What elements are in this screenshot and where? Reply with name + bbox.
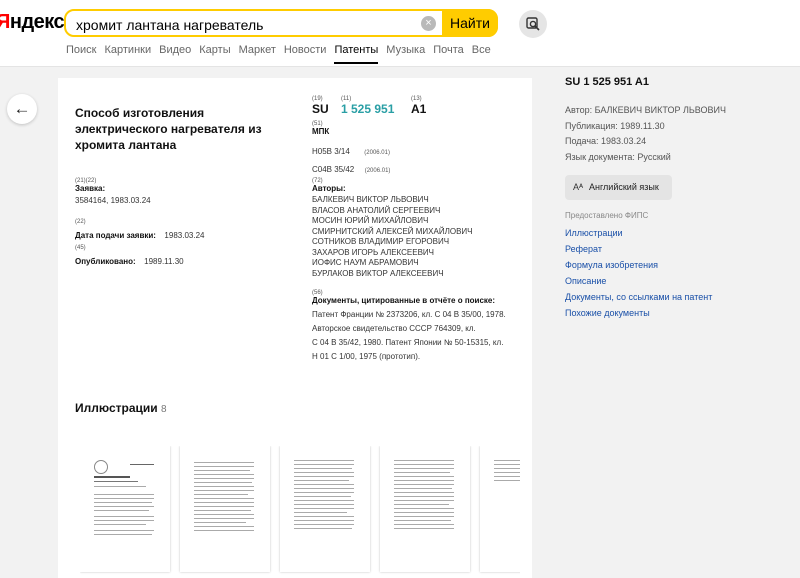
author-name: СОТНИКОВ ВЛАДИМИР ЕГОРОВИЧ xyxy=(312,237,450,246)
image-search-icon xyxy=(526,17,540,31)
illustration-thumbnail[interactable] xyxy=(180,446,270,572)
tab-music[interactable]: Музыка xyxy=(386,43,425,65)
sidebar-title: SU 1 525 951 A1 xyxy=(565,76,649,88)
search-button[interactable]: Найти xyxy=(442,9,498,37)
translate-button-label: Английский язык xyxy=(589,182,659,193)
illustration-thumbnail[interactable] xyxy=(480,446,520,572)
translate-icon: Aᴬ xyxy=(573,182,584,193)
link-abstract[interactable]: Реферат xyxy=(565,241,795,257)
tab-mail[interactable]: Почта xyxy=(433,43,464,65)
tab-news[interactable]: Новости xyxy=(284,43,327,65)
published-label: Опубликовано: xyxy=(75,257,136,266)
top-bar: Яндекс × Найти Поиск Картинки Видео Карт… xyxy=(0,0,800,67)
link-description[interactable]: Описание xyxy=(565,273,795,289)
filing-date-value: 1983.03.24 xyxy=(164,231,205,240)
author-name: СМИРНИТСКИЙ АЛЕКСЕЙ МИХАЙЛОВИЧ xyxy=(312,226,473,236)
link-claims[interactable]: Формула изобретения xyxy=(565,257,795,273)
illustration-thumbnail[interactable] xyxy=(380,446,470,572)
author-line: Автор: БАЛКЕВИЧ ВИКТОР ЛЬВОВИЧ xyxy=(565,105,726,115)
patent-number: 1 525 951 xyxy=(341,102,395,116)
illustrations-strip xyxy=(80,446,520,578)
author-name: БУРЛАКОВ ВИКТОР АЛЕКСЕЕВИЧ xyxy=(312,268,444,278)
tab-market[interactable]: Маркет xyxy=(239,43,276,65)
author-name: ИОФИС НАУМ АБРАМОВИЧ xyxy=(312,258,419,267)
kind-code: A1 xyxy=(411,102,427,116)
cited-line: Н 01 С 1/00, 1975 (прототип). xyxy=(312,352,421,361)
translate-english-button[interactable]: Aᴬ Английский язык xyxy=(565,175,672,201)
image-search-button[interactable] xyxy=(519,10,547,38)
tab-video[interactable]: Видео xyxy=(159,43,191,65)
cited-line: С 04 В 35/42, 1980. Патент Японии № 50-1… xyxy=(312,338,504,347)
tab-patents[interactable]: Патенты xyxy=(334,43,378,65)
application-value: 3584164, 1983.03.24 xyxy=(75,196,151,205)
tab-maps[interactable]: Карты xyxy=(199,43,230,65)
search-box: × Найти xyxy=(64,9,498,37)
sidebar: SU 1 525 951 A1 Автор: БАЛКЕВИЧ ВИКТОР Л… xyxy=(565,76,795,321)
back-arrow-icon[interactable]: ← xyxy=(7,94,37,124)
filing-line: Подача: 1983.03.24 xyxy=(565,136,647,147)
authors-label: Авторы: xyxy=(312,184,346,193)
publication-line: Публикация: 1989.11.30 xyxy=(565,120,665,131)
mpk-code: C04B 35/42 xyxy=(312,165,355,174)
provided-by: Предоставлено ФИПС xyxy=(565,211,649,221)
sidebar-links: Иллюстрации Реферат Формула изобретения … xyxy=(565,225,795,321)
filing-date-label: Дата подачи заявки: xyxy=(75,231,156,240)
author-name: ВЛАСОВ АНАТОЛИЙ СЕРГЕЕВИЧ xyxy=(312,205,441,215)
cited-line: Патент Франции № 2373206, кл. С 04 В 35/… xyxy=(312,310,506,319)
patent-card: Способ изготовления электрического нагре… xyxy=(58,78,532,578)
link-similar-documents[interactable]: Похожие документы xyxy=(565,305,795,321)
tab-images[interactable]: Картинки xyxy=(104,43,151,65)
tab-search[interactable]: Поиск xyxy=(66,43,96,65)
author-name: МОСИН ЮРИЙ МИХАЙЛОВИЧ xyxy=(312,216,429,225)
country-code: SU xyxy=(312,102,329,116)
illustration-thumbnail[interactable] xyxy=(80,446,170,572)
application-label: Заявка: xyxy=(75,184,106,193)
tab-all[interactable]: Все xyxy=(472,43,491,65)
mpk-code: H05B 3/14 xyxy=(312,147,350,156)
mpk-date: (2006.01) xyxy=(364,168,391,174)
language-line: Язык документа: Русский xyxy=(565,151,671,162)
cited-line: Авторское свидетельство СССР 764309, кл. xyxy=(312,324,476,333)
author-name: БАЛКЕВИЧ ВИКТОР ЛЬВОВИЧ xyxy=(312,195,429,204)
illustration-thumbnail[interactable] xyxy=(280,446,370,572)
mpk-date: (2006.01) xyxy=(364,150,390,156)
link-citing-documents[interactable]: Документы, со ссылками на патент xyxy=(565,289,795,305)
link-illustrations[interactable]: Иллюстрации xyxy=(565,225,795,241)
yandex-logo[interactable]: Яндекс xyxy=(0,11,65,34)
clear-icon[interactable]: × xyxy=(421,16,436,31)
cited-docs-label: Документы, цитированные в отчёте о поиск… xyxy=(312,296,496,305)
illustrations-heading: Иллюстрации 8 xyxy=(75,401,167,415)
search-input[interactable] xyxy=(74,14,418,36)
illustrations-count: 8 xyxy=(161,404,167,415)
patent-title: Способ изготовления электрического нагре… xyxy=(75,106,262,152)
mpk-label: МПК xyxy=(312,127,330,136)
author-name: ЗАХАРОВ ИГОРЬ АЛЕКСЕЕВИЧ xyxy=(312,247,434,257)
published-value: 1989.11.30 xyxy=(144,257,184,266)
nav-tabs: Поиск Картинки Видео Карты Маркет Новост… xyxy=(66,43,499,65)
